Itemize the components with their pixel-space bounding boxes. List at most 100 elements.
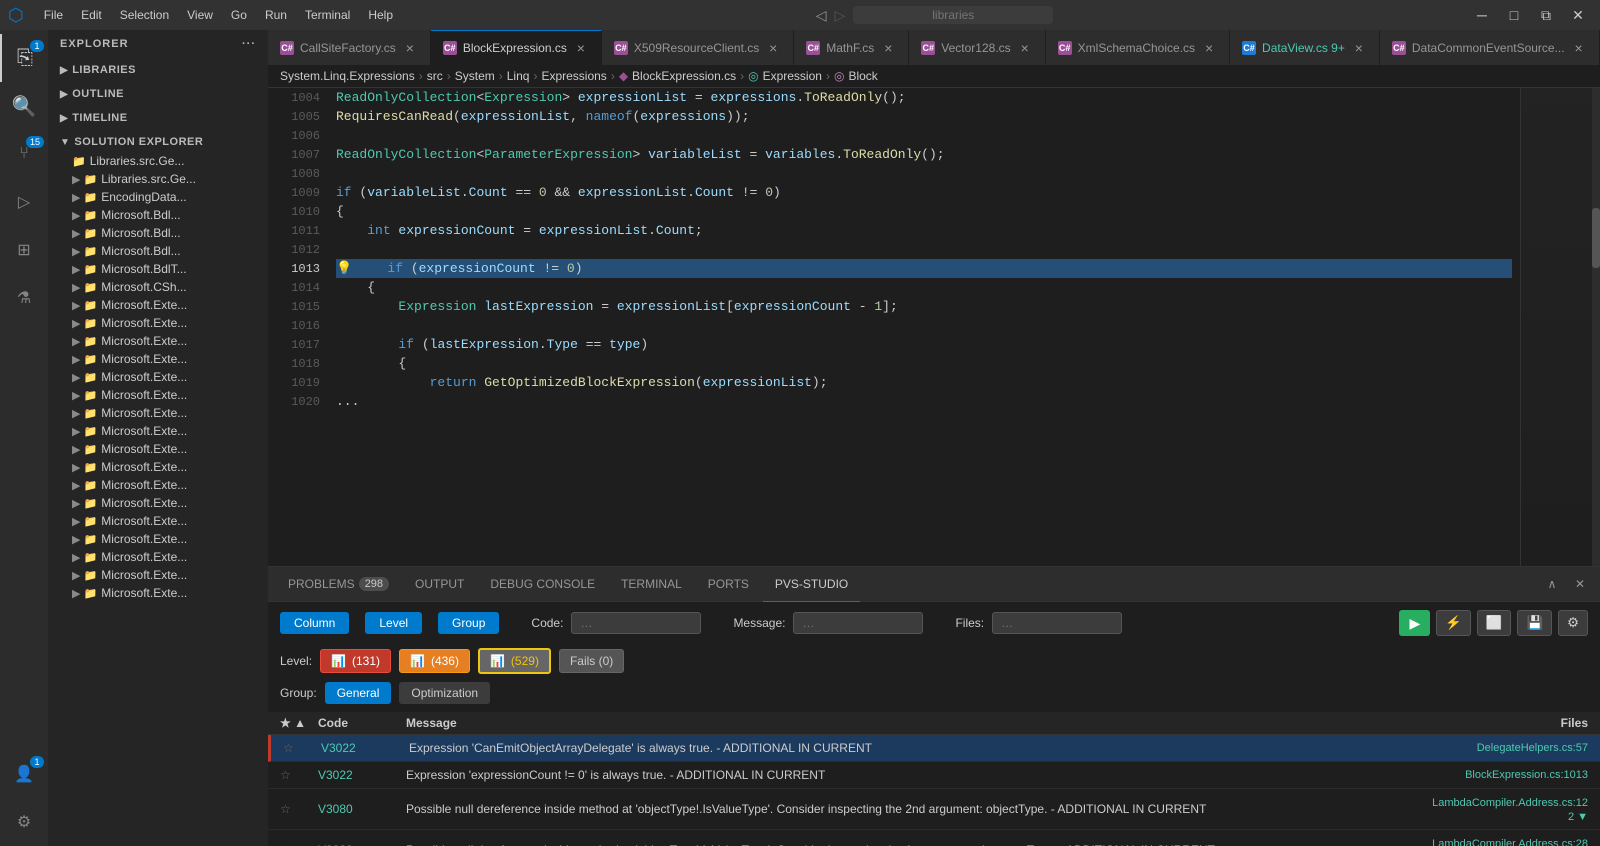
tile-buttons[interactable]: ⧉ [1532,4,1560,26]
result-file-3[interactable]: LambdaCompiler.Address.cs:12 [1432,797,1588,809]
menu-file[interactable]: File [36,6,71,24]
tree-item-4[interactable]: ▶ 📁Microsoft.Bdl... [56,242,268,260]
menu-help[interactable]: Help [360,6,401,24]
pvs-copy-icon[interactable]: ⬜ [1477,610,1512,636]
tab-close-icon[interactable]: × [1351,40,1367,56]
minimize-button[interactable]: ─ [1468,4,1496,26]
nav-forward[interactable]: ▷ [835,7,846,24]
star-3[interactable]: ☆ [280,802,310,816]
breadcrumb-blockexpression-cs[interactable]: BlockExpression.cs [632,69,736,83]
nav-back[interactable]: ◁ [816,7,827,24]
pvs-settings-icon[interactable]: ⚙ [1558,610,1588,636]
tab-close-icon[interactable]: × [880,40,896,56]
group-button[interactable]: Group [438,612,499,634]
breadcrumb-src[interactable]: src [427,69,443,83]
tab-datacommonevent[interactable]: C# DataCommonEventSource... × [1380,30,1600,65]
result-code-1[interactable]: V3022 [321,741,401,755]
timeline-section-toggle[interactable]: ▶ TIMELINE [48,108,268,128]
pvs-run-button[interactable]: ▶ [1399,610,1430,636]
level-1-button[interactable]: 📊 (131) [320,649,391,673]
tree-item-3[interactable]: ▶ 📁Microsoft.Bdl... [56,224,268,242]
star-sort-icon[interactable]: ★ ▲ [280,716,306,730]
tree-item-11[interactable]: ▶ 📁Microsoft.Exte... [56,368,268,386]
menu-selection[interactable]: Selection [112,6,177,24]
tab-debug-console[interactable]: DEBUG CONSOLE [478,567,607,602]
menu-edit[interactable]: Edit [73,6,110,24]
level-2-button[interactable]: 📊 (436) [399,649,470,673]
tab-xmlschemachoice[interactable]: C# XmlSchemaChoice.cs × [1046,30,1230,65]
level-3-button[interactable]: 📊 (529) [478,648,551,674]
star-1[interactable]: ☆ [283,741,313,755]
tree-item-18[interactable]: ▶ 📁Microsoft.Exte... [56,494,268,512]
tab-close-icon[interactable]: × [573,40,589,56]
tree-item-14[interactable]: ▶ 📁Microsoft.Exte... [56,422,268,440]
pvs-filter-icon[interactable]: ⚡ [1436,610,1471,636]
tree-item-2[interactable]: ▶ 📁Microsoft.Bdl... [56,206,268,224]
explorer-activity-icon[interactable]: ⎘ 1 [0,34,48,82]
sidebar-more-icon[interactable]: ··· [242,38,256,50]
breadcrumb-systemlinqexpressions[interactable]: System.Linq.Expressions [280,69,415,83]
tab-mathf[interactable]: C# MathF.cs × [794,30,909,65]
settings-activity-icon[interactable]: ⚙ [0,798,48,846]
tree-item-root[interactable]: 📁 Libraries.src.Ge... [56,152,268,170]
tab-vector128[interactable]: C# Vector128.cs × [909,30,1045,65]
menu-terminal[interactable]: Terminal [297,6,358,24]
tab-dataview[interactable]: C# DataView.cs 9+ × [1230,30,1380,65]
message-filter-input[interactable] [793,612,923,634]
tree-item-1[interactable]: ▶ 📁EncodingData... [56,188,268,206]
files-filter-input[interactable] [992,612,1122,634]
tree-item-0[interactable]: ▶ 📁Libraries.src.Ge... [56,170,268,188]
tree-item-12[interactable]: ▶ 📁Microsoft.Exte... [56,386,268,404]
tab-close-icon[interactable]: × [1571,40,1587,56]
breadcrumb-expressions[interactable]: Expressions [541,69,606,83]
solution-explorer-toggle[interactable]: ▼ SOLUTION EXPLORER [48,132,268,152]
breadcrumb-expression[interactable]: Expression [763,69,822,83]
fails-button[interactable]: Fails (0) [559,649,624,673]
tree-item-5[interactable]: ▶ 📁Microsoft.BdlT... [56,260,268,278]
account-activity-icon[interactable]: 👤 1 [0,750,48,798]
tab-close-icon[interactable]: × [402,40,418,56]
menu-view[interactable]: View [179,6,221,24]
tab-problems[interactable]: PROBLEMS 298 [276,567,401,602]
result-row-3[interactable]: ☆ V3080 Possible null dereference inside… [268,789,1600,830]
result-row-2[interactable]: ☆ V3022 Expression 'expressionCount != 0… [268,762,1600,789]
tab-pvsstudio[interactable]: PVS-STUDIO [763,567,860,602]
star-2[interactable]: ☆ [280,768,310,782]
panel-minimize-icon[interactable]: ∧ [1540,572,1564,596]
result-file-2[interactable]: BlockExpression.cs:1013 [1388,769,1588,781]
tree-item-6[interactable]: ▶ 📁Microsoft.CSh... [56,278,268,296]
tab-terminal[interactable]: TERMINAL [609,567,694,602]
breadcrumb-linq[interactable]: Linq [507,69,530,83]
libraries-section-toggle[interactable]: ▶ LIBRARIES [48,60,268,80]
menu-go[interactable]: Go [223,6,255,24]
maximize-button[interactable]: □ [1500,4,1528,26]
tree-item-23[interactable]: ▶ 📁Microsoft.Exte... [56,584,268,602]
tab-blockexpression[interactable]: C# BlockExpression.cs × [431,30,602,65]
tree-item-20[interactable]: ▶ 📁Microsoft.Exte... [56,530,268,548]
result-file-4[interactable]: LambdaCompiler.Address.cs:28 [1432,838,1588,846]
breadcrumb-system[interactable]: System [455,69,495,83]
tab-output[interactable]: OUTPUT [403,567,476,602]
level-button[interactable]: Level [365,612,422,634]
tab-close-icon[interactable]: × [765,40,781,56]
result-file-1[interactable]: DelegateHelpers.cs:57 [1388,742,1588,754]
code-filter-input[interactable] [571,612,701,634]
tree-item-13[interactable]: ▶ 📁Microsoft.Exte... [56,404,268,422]
result-code-2[interactable]: V3022 [318,768,398,782]
tree-item-15[interactable]: ▶ 📁Microsoft.Exte... [56,440,268,458]
general-group-button[interactable]: General [325,682,392,704]
run-activity-icon[interactable]: ▷ [0,178,48,226]
tab-close-icon[interactable]: × [1201,40,1217,56]
test-activity-icon[interactable]: ⚗ [0,274,48,322]
tree-item-9[interactable]: ▶ 📁Microsoft.Exte... [56,332,268,350]
tree-item-10[interactable]: ▶ 📁Microsoft.Exte... [56,350,268,368]
tab-ports[interactable]: PORTS [696,567,761,602]
minimap-scrollthumb[interactable] [1592,208,1600,268]
column-button[interactable]: Column [280,612,349,634]
tree-item-8[interactable]: ▶ 📁Microsoft.Exte... [56,314,268,332]
menu-run[interactable]: Run [257,6,295,24]
source-control-activity-icon[interactable]: ⑂ 15 [0,130,48,178]
minimap-scrollbar[interactable] [1592,88,1600,566]
tree-item-22[interactable]: ▶ 📁Microsoft.Exte... [56,566,268,584]
tree-item-21[interactable]: ▶ 📁Microsoft.Exte... [56,548,268,566]
